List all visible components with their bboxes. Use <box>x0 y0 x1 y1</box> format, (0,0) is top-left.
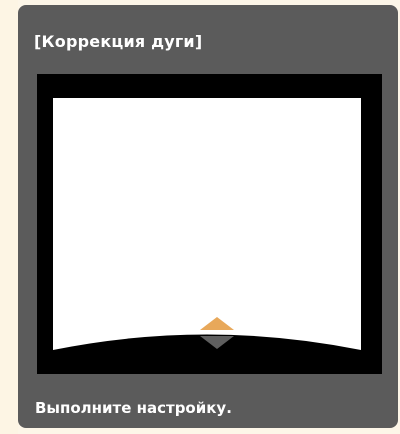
arc-preview-panel <box>37 74 382 374</box>
status-message: Выполните настройку. <box>35 399 232 417</box>
down-arrow-icon[interactable] <box>200 336 234 349</box>
arc-correction-dialog: [Коррекция дуги] Выполните настройку. <box>18 5 398 428</box>
dialog-title: [Коррекция дуги] <box>34 32 203 51</box>
left-margin <box>0 0 18 434</box>
projected-screen-shape <box>53 98 361 350</box>
arc-preview-canvas <box>53 98 361 350</box>
